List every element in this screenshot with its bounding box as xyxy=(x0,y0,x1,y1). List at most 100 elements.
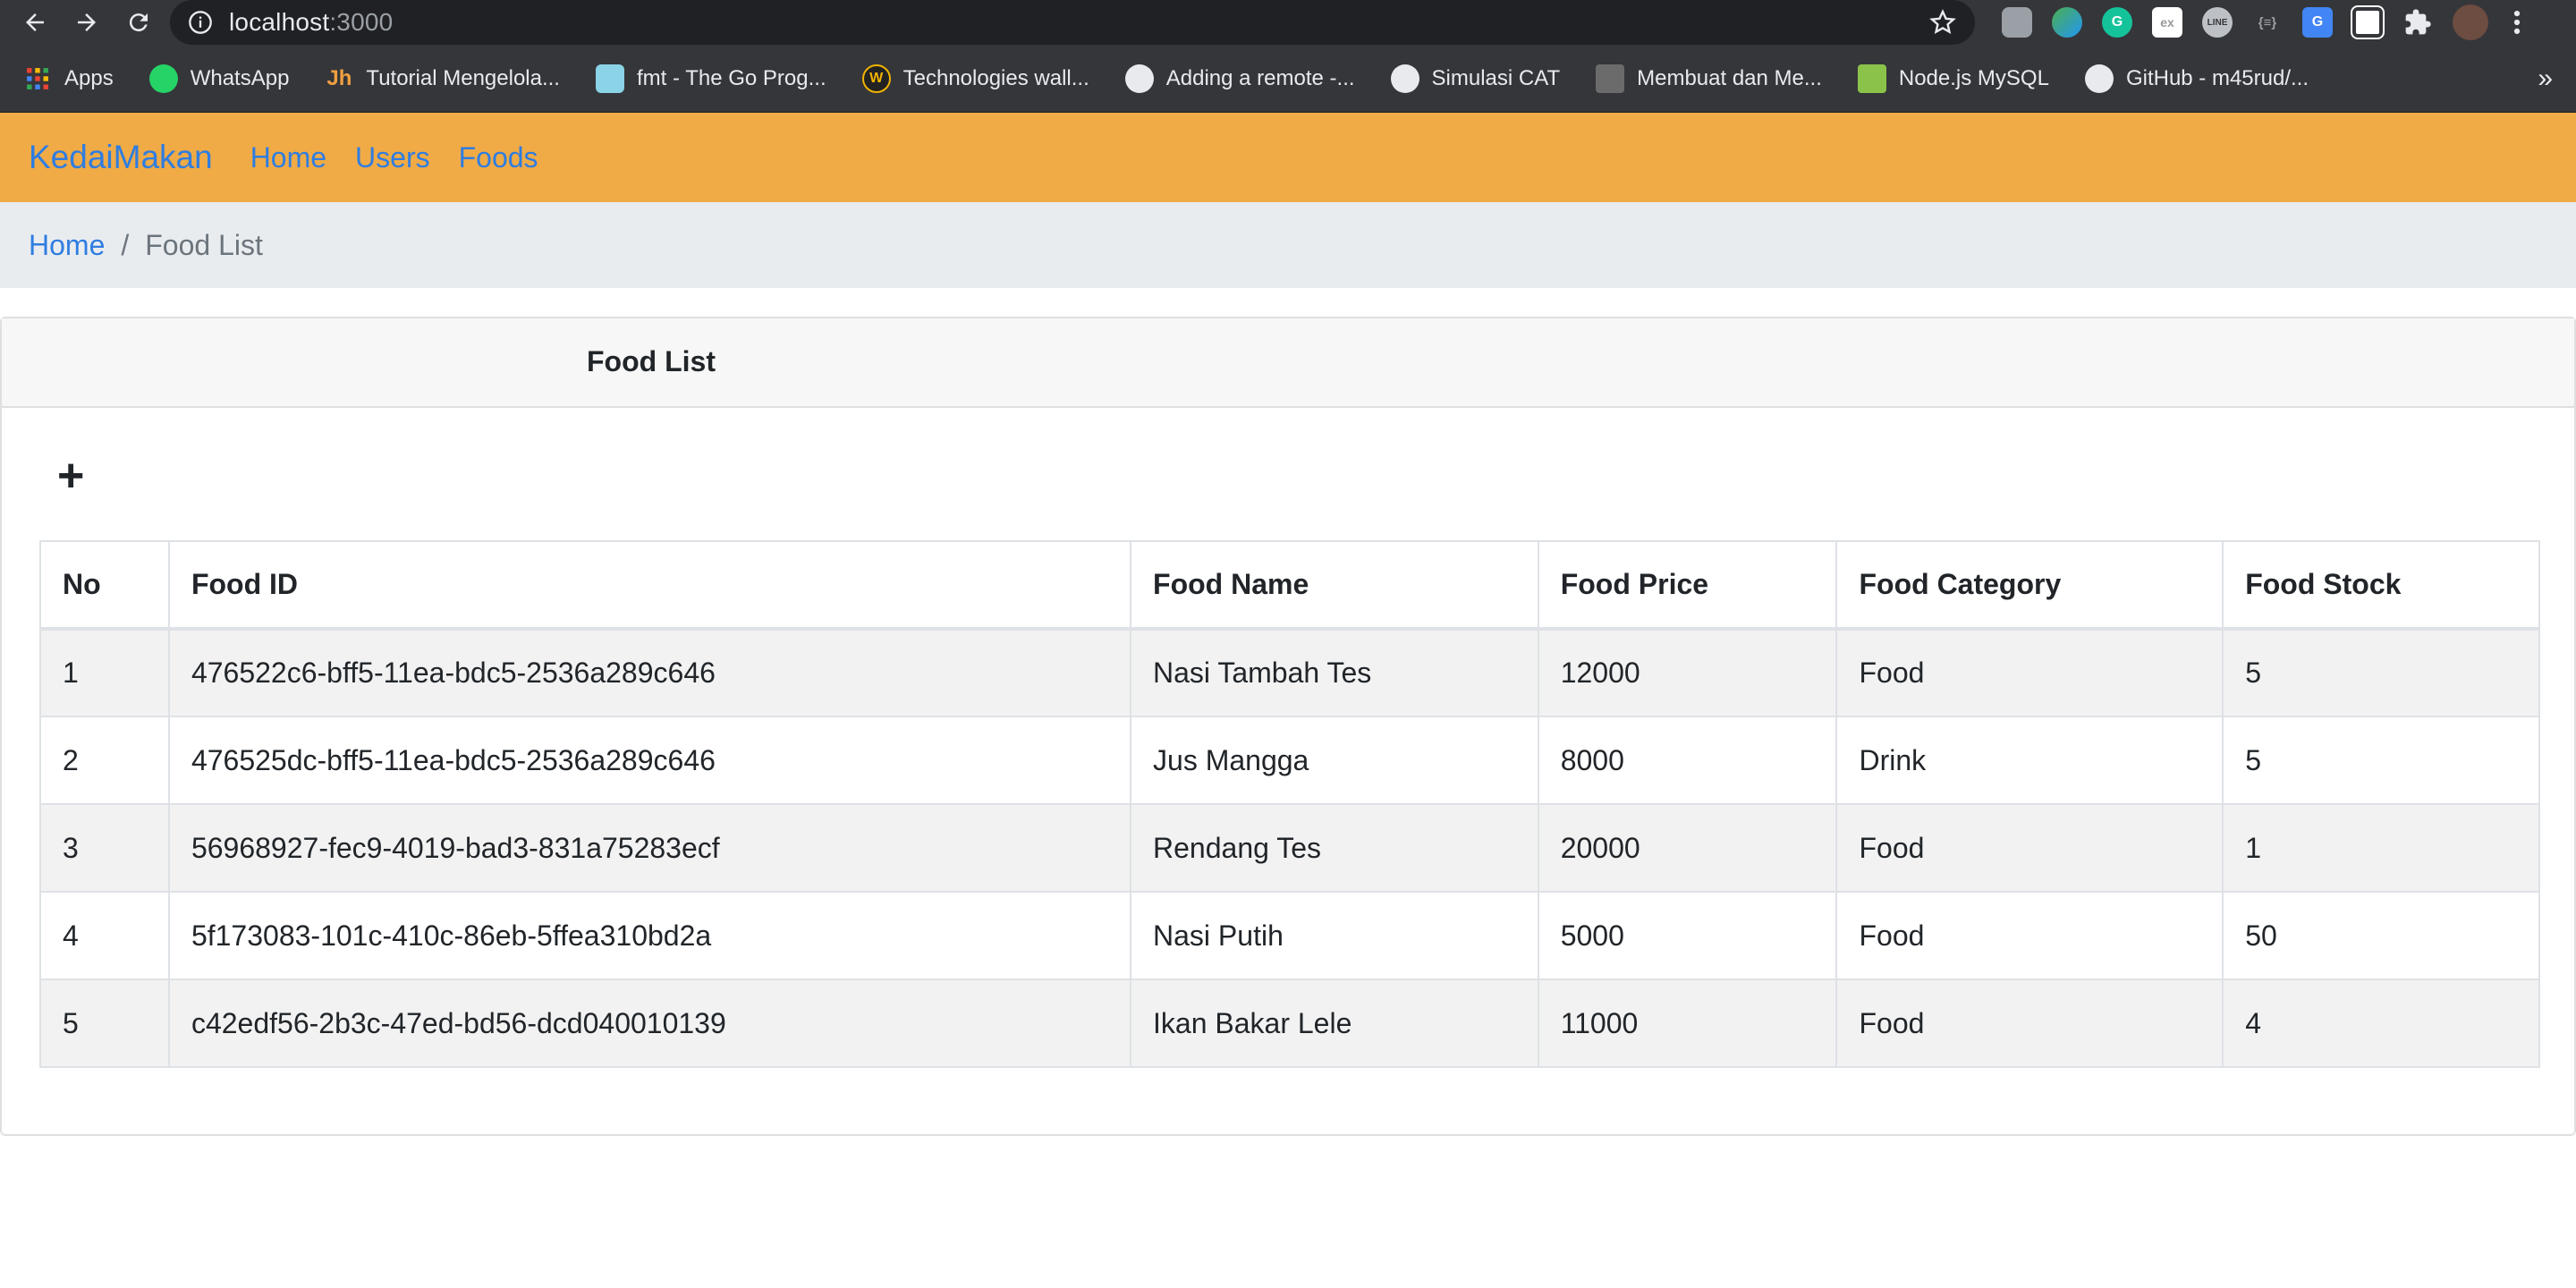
menu-kebab-icon[interactable] xyxy=(2508,7,2526,38)
table-row: 4 5f173083-101c-410c-86eb-5ffea310bd2a N… xyxy=(39,891,2540,980)
forward-arrow-icon xyxy=(78,13,96,31)
cell-food-name: Rendang Tes xyxy=(1130,803,1539,893)
w3schools-icon xyxy=(1857,64,1886,93)
breadcrumb: Home / Food List xyxy=(0,202,2576,288)
cell-food-category: Food xyxy=(1835,891,2224,980)
cell-food-price: 11000 xyxy=(1537,979,1838,1068)
cell-no: 2 xyxy=(39,716,170,805)
nav-link-users[interactable]: Users xyxy=(355,141,430,174)
reload-button[interactable] xyxy=(118,2,159,43)
qr-code-icon[interactable] xyxy=(2351,5,2385,39)
column-header-food-price: Food Price xyxy=(1537,540,1838,631)
column-header-food-category: Food Category xyxy=(1835,540,2224,631)
bookmark-membuat[interactable]: Membuat dan Me... xyxy=(1596,58,1836,99)
cell-food-price: 12000 xyxy=(1537,628,1838,717)
cell-food-category: Food xyxy=(1835,628,2224,717)
cell-food-name: Nasi Tambah Tes xyxy=(1130,628,1539,717)
jh-logo-icon: Jh xyxy=(326,65,352,90)
breadcrumb-home-link[interactable]: Home xyxy=(29,229,105,262)
bookmark-technologies[interactable]: W Technologies wall... xyxy=(861,58,1104,99)
bookmark-label: Membuat dan Me... xyxy=(1637,65,1822,90)
extension-colorful-icon[interactable] xyxy=(2052,7,2082,38)
url-host: localhost xyxy=(229,8,330,36)
cell-food-price: 5000 xyxy=(1537,891,1838,980)
globe-icon xyxy=(1390,64,1419,93)
cell-no: 4 xyxy=(39,891,170,980)
back-arrow-icon xyxy=(26,13,44,31)
cell-food-id: 56968927-fec9-4019-bad3-831a75283ecf xyxy=(167,803,1132,893)
cell-food-category: Food xyxy=(1835,979,2224,1068)
browser-toolbar: localhost:3000 G ex LINE {≡} G xyxy=(0,0,2576,45)
puzzle-extensions-icon[interactable] xyxy=(2402,7,2433,38)
bookmark-label: Node.js MySQL xyxy=(1898,65,2049,90)
food-table: No Food ID Food Name Food Price Food Cat… xyxy=(39,540,2540,1068)
bookmark-label: Simulasi CAT xyxy=(1431,65,1561,90)
grammarly-icon[interactable]: G xyxy=(2102,7,2132,38)
bookmark-go-fmt[interactable]: fmt - The Go Prog... xyxy=(595,58,841,99)
cell-food-id: c42edf56-2b3c-47ed-bd56-dcd040010139 xyxy=(167,979,1132,1068)
cell-food-stock: 1 xyxy=(2222,803,2540,893)
table-row: 1 476522c6-bff5-11ea-bdc5-2536a289c646 N… xyxy=(39,628,2540,717)
cell-food-stock: 4 xyxy=(2222,979,2540,1068)
bookmark-label: Apps xyxy=(64,65,114,90)
cell-food-category: Drink xyxy=(1835,716,2224,805)
bookmark-star-icon[interactable] xyxy=(1928,8,1957,37)
cell-food-stock: 5 xyxy=(2222,716,2540,805)
table-row: 5 c42edf56-2b3c-47ed-bd56-dcd040010139 I… xyxy=(39,979,2540,1068)
brand-link[interactable]: KedaiMakan xyxy=(29,139,213,176)
cell-no: 1 xyxy=(39,628,170,717)
card-header: Food List xyxy=(2,318,2574,408)
bookmark-label: Tutorial Mengelola... xyxy=(366,65,560,90)
cell-food-id: 476525dc-bff5-11ea-bdc5-2536a289c646 xyxy=(167,716,1132,805)
extensions-bar: G ex LINE {≡} G xyxy=(2002,4,2526,40)
nav-link-foods[interactable]: Foods xyxy=(459,141,538,174)
cell-food-name: Jus Mangga xyxy=(1130,716,1539,805)
breadcrumb-current: Food List xyxy=(145,228,263,261)
github-icon xyxy=(2084,64,2114,93)
url-text: localhost:3000 xyxy=(229,8,393,37)
info-icon[interactable] xyxy=(188,10,213,35)
forward-button[interactable] xyxy=(66,2,107,43)
bookmark-simulasi-cat[interactable]: Simulasi CAT xyxy=(1390,58,1575,99)
cell-food-stock: 50 xyxy=(2222,891,2540,980)
cell-food-id: 5f173083-101c-410c-86eb-5ffea310bd2a xyxy=(167,891,1132,980)
cell-no: 5 xyxy=(39,979,170,1068)
code-tag-icon xyxy=(1596,64,1625,93)
cell-no: 3 xyxy=(39,803,170,893)
nav-link-home[interactable]: Home xyxy=(250,141,326,174)
cell-food-category: Food xyxy=(1835,803,2224,893)
bookmark-tutorial[interactable]: Jh Tutorial Mengelola... xyxy=(325,58,574,99)
reload-icon xyxy=(129,13,148,32)
bookmark-github-m45rud[interactable]: GitHub - m45rud/... xyxy=(2084,58,2323,99)
bookmark-label: GitHub - m45rud/... xyxy=(2125,65,2309,90)
cell-food-id: 476522c6-bff5-11ea-bdc5-2536a289c646 xyxy=(167,628,1132,717)
bookmark-whatsapp[interactable]: WhatsApp xyxy=(148,58,304,99)
back-button[interactable] xyxy=(14,2,55,43)
apps-grid-icon xyxy=(23,64,52,93)
table-row: 3 56968927-fec9-4019-bad3-831a75283ecf R… xyxy=(39,803,2540,893)
bookmark-apps[interactable]: Apps xyxy=(23,58,128,99)
bookmark-label: Adding a remote -... xyxy=(1165,65,1355,90)
bookmarks-overflow-button[interactable]: » xyxy=(2538,64,2553,94)
cell-food-price: 8000 xyxy=(1537,716,1838,805)
profile-avatar-icon[interactable] xyxy=(2453,4,2488,40)
cell-food-name: Nasi Putih xyxy=(1130,891,1539,980)
bookmarks-bar: Apps WhatsApp Jh Tutorial Mengelola... f… xyxy=(0,45,2576,113)
address-bar[interactable]: localhost:3000 xyxy=(170,0,1975,45)
add-food-button[interactable]: + xyxy=(57,453,84,499)
bookmark-nodejs-mysql[interactable]: Node.js MySQL xyxy=(1857,58,2063,99)
column-header-food-stock: Food Stock xyxy=(2222,540,2540,631)
camera-icon[interactable] xyxy=(2002,7,2032,38)
line-icon[interactable]: LINE xyxy=(2202,7,2233,38)
table-header-row: No Food ID Food Name Food Price Food Cat… xyxy=(39,540,2540,631)
cell-food-price: 20000 xyxy=(1537,803,1838,893)
bookmark-label: WhatsApp xyxy=(190,65,290,90)
bookmark-adding-remote[interactable]: Adding a remote -... xyxy=(1124,58,1369,99)
breadcrumb-separator: / xyxy=(121,228,130,261)
google-translate-icon[interactable]: G xyxy=(2302,7,2333,38)
food-list-card: Food List + No Food ID Food Name Food Pr… xyxy=(0,317,2576,1136)
cell-food-stock: 5 xyxy=(2222,628,2540,717)
bookmark-label: fmt - The Go Prog... xyxy=(636,65,826,90)
json-extension-icon[interactable]: {≡} xyxy=(2252,7,2283,38)
ex-extension-icon[interactable]: ex xyxy=(2152,7,2182,38)
